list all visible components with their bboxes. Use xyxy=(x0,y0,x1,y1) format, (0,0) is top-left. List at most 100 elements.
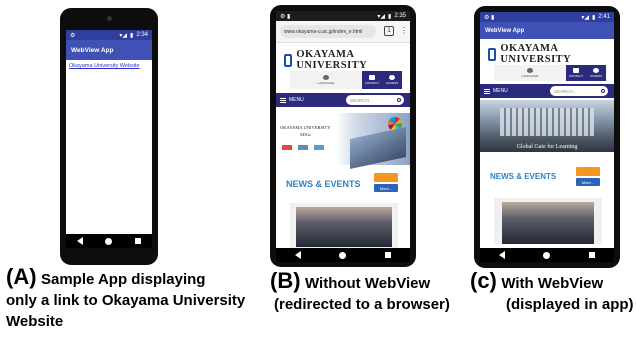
back-icon[interactable] xyxy=(77,237,84,245)
app-title-bar: WebView App xyxy=(480,22,614,39)
search-input[interactable]: SEARCH... xyxy=(550,86,608,96)
home-icon[interactable] xyxy=(543,251,551,259)
global-gate-banner[interactable]: Global Gate for Learning xyxy=(480,100,614,152)
caption-a-letter: (A) xyxy=(6,264,37,289)
access-button[interactable]: ACCESS xyxy=(586,65,606,81)
search-placeholder: SEARCH... xyxy=(350,97,373,103)
news-photo xyxy=(494,198,602,244)
sdg-logo-icon xyxy=(298,145,308,150)
screen-c: ⚙ ▮ ▾◢ ▮ 2:41 WebView App OKAYAMA UNIVER… xyxy=(480,12,614,262)
battery-icon: ▮ xyxy=(130,32,134,39)
back-icon[interactable] xyxy=(499,251,506,259)
screen-b: ⚙ ▮ ▾◢ ▮ 2:35 www.okayama-u.ac.jp/index_… xyxy=(276,11,410,262)
status-bar: ⚙ ▾◢ ▮ 2:34 xyxy=(66,30,152,40)
back-icon[interactable] xyxy=(295,251,302,259)
phone-b: ⚙ ▮ ▾◢ ▮ 2:35 www.okayama-u.ac.jp/index_… xyxy=(270,5,416,267)
recents-icon[interactable] xyxy=(384,252,391,258)
tab-switcher-button[interactable]: 1 xyxy=(384,26,394,36)
banner-photo xyxy=(350,127,406,169)
caption-a-line3: Website xyxy=(6,313,64,330)
banner-caption: Global Gate for Learning xyxy=(516,144,578,150)
caption-b-line1: Without WebView xyxy=(305,275,431,292)
status-bar: ⚙ ▮ ▾◢ ▮ 2:41 xyxy=(480,12,614,22)
signal-icon: ▾◢ xyxy=(119,32,127,39)
battery-icon: ▮ xyxy=(592,14,596,21)
access-label: ACCESS xyxy=(589,74,603,78)
more-button[interactable]: More... xyxy=(576,178,600,186)
news-events-heading: NEWS & EVENTS xyxy=(490,172,557,181)
okayama-logo[interactable]: OKAYAMA UNIVERSITY xyxy=(488,43,614,65)
mail-icon xyxy=(369,75,375,80)
rss-button[interactable] xyxy=(576,167,600,176)
logo-text: OKAYAMA UNIVERSITY xyxy=(500,43,572,65)
status-time: 2:35 xyxy=(394,13,406,19)
web-page: OKAYAMA UNIVERSITY LANGUAGE CONTACT ACCE… xyxy=(276,43,410,248)
settings-icon: ⚙ xyxy=(70,32,76,39)
sdgs-banner[interactable]: OKAYAMA UNIVERSITY SDGs xyxy=(276,113,410,169)
phone-c: ⚙ ▮ ▾◢ ▮ 2:41 WebView App OKAYAMA UNIVER… xyxy=(474,6,620,268)
contact-button[interactable]: CONTACT xyxy=(362,71,382,89)
news-photo xyxy=(290,203,398,248)
recents-icon[interactable] xyxy=(134,238,141,244)
menu-label[interactable]: MENU xyxy=(493,88,508,94)
utility-row: LANGUAGE CONTACT ACCESS xyxy=(494,65,606,81)
nav-bar xyxy=(276,248,410,262)
status-time: 2:41 xyxy=(598,14,610,20)
recents-icon[interactable] xyxy=(588,252,595,258)
screen-a: ⚙ ▾◢ ▮ 2:34 WebView App Okayama Universi… xyxy=(66,30,152,248)
nav-bar xyxy=(66,234,152,248)
menu-icon[interactable] xyxy=(280,97,286,103)
language-label: LANGUAGE xyxy=(521,74,539,78)
more-button[interactable]: More... xyxy=(374,184,398,192)
home-icon[interactable] xyxy=(339,251,347,259)
compass-icon xyxy=(593,68,599,73)
settings-icon: ⚙ ▮ xyxy=(484,14,495,21)
url-field[interactable]: www.okayama-u.ac.jp/index_e.html xyxy=(280,25,376,38)
sdg-logo-icon xyxy=(282,145,292,150)
contact-button[interactable]: CONTACT xyxy=(566,65,586,81)
search-icon[interactable] xyxy=(397,98,401,102)
mail-icon xyxy=(573,68,579,73)
globe-icon xyxy=(527,68,533,73)
signal-icon: ▾◢ xyxy=(581,14,589,21)
battery-icon: ▮ xyxy=(388,13,392,20)
group-photo xyxy=(502,202,594,244)
utility-row: LANGUAGE CONTACT ACCESS xyxy=(290,71,402,89)
contact-label: CONTACT xyxy=(364,81,380,85)
nav-bar xyxy=(480,248,614,262)
okayama-logo[interactable]: OKAYAMA UNIVERSITY xyxy=(284,49,410,71)
banner-title: OKAYAMA UNIVERSITY xyxy=(280,125,331,130)
caption-c-letter: (c) xyxy=(470,268,497,293)
contact-label: CONTACT xyxy=(568,74,584,78)
menu-label[interactable]: MENU xyxy=(289,97,304,103)
more-options-icon[interactable]: ⋮ xyxy=(400,25,408,37)
home-icon[interactable] xyxy=(105,237,113,245)
caption-a-line2: only a link to Okayama University xyxy=(6,292,246,309)
menu-bar: MENU SEARCH... xyxy=(480,84,614,98)
logo-mark-icon xyxy=(284,53,293,67)
banner-subtitle: SDGs xyxy=(300,132,311,137)
access-button[interactable]: ACCESS xyxy=(382,71,402,89)
phone-a: ⚙ ▾◢ ▮ 2:34 WebView App Okayama Universi… xyxy=(60,8,158,265)
language-label: LANGUAGE xyxy=(317,81,335,85)
rss-button[interactable] xyxy=(374,173,398,182)
globe-icon xyxy=(323,75,329,80)
sdg-logo-icon xyxy=(314,145,324,150)
compass-icon xyxy=(389,75,395,80)
okayama-university-link[interactable]: Okayama University Website xyxy=(69,63,140,69)
search-placeholder: SEARCH... xyxy=(554,88,577,94)
caption-c-line1: With WebView xyxy=(501,275,604,292)
language-button[interactable]: LANGUAGE xyxy=(494,65,566,81)
app-title: WebView App xyxy=(485,27,525,34)
search-input[interactable]: SEARCH... xyxy=(346,95,404,105)
caption-a: (A) Sample App displaying only a link to… xyxy=(6,266,306,332)
language-button[interactable]: LANGUAGE xyxy=(290,71,362,89)
menu-icon[interactable] xyxy=(484,88,490,94)
caption-c: (c) With WebView (displayed in app) xyxy=(470,270,636,315)
caption-b-line2: (redirected to a browser) xyxy=(274,296,450,313)
search-icon[interactable] xyxy=(601,89,605,93)
caption-b: (B) Without WebView (redirected to a bro… xyxy=(270,270,480,315)
signal-icon: ▾◢ xyxy=(377,13,385,20)
url-text: www.okayama-u.ac.jp/index_e.html xyxy=(284,28,363,35)
caption-b-letter: (B) xyxy=(270,268,301,293)
